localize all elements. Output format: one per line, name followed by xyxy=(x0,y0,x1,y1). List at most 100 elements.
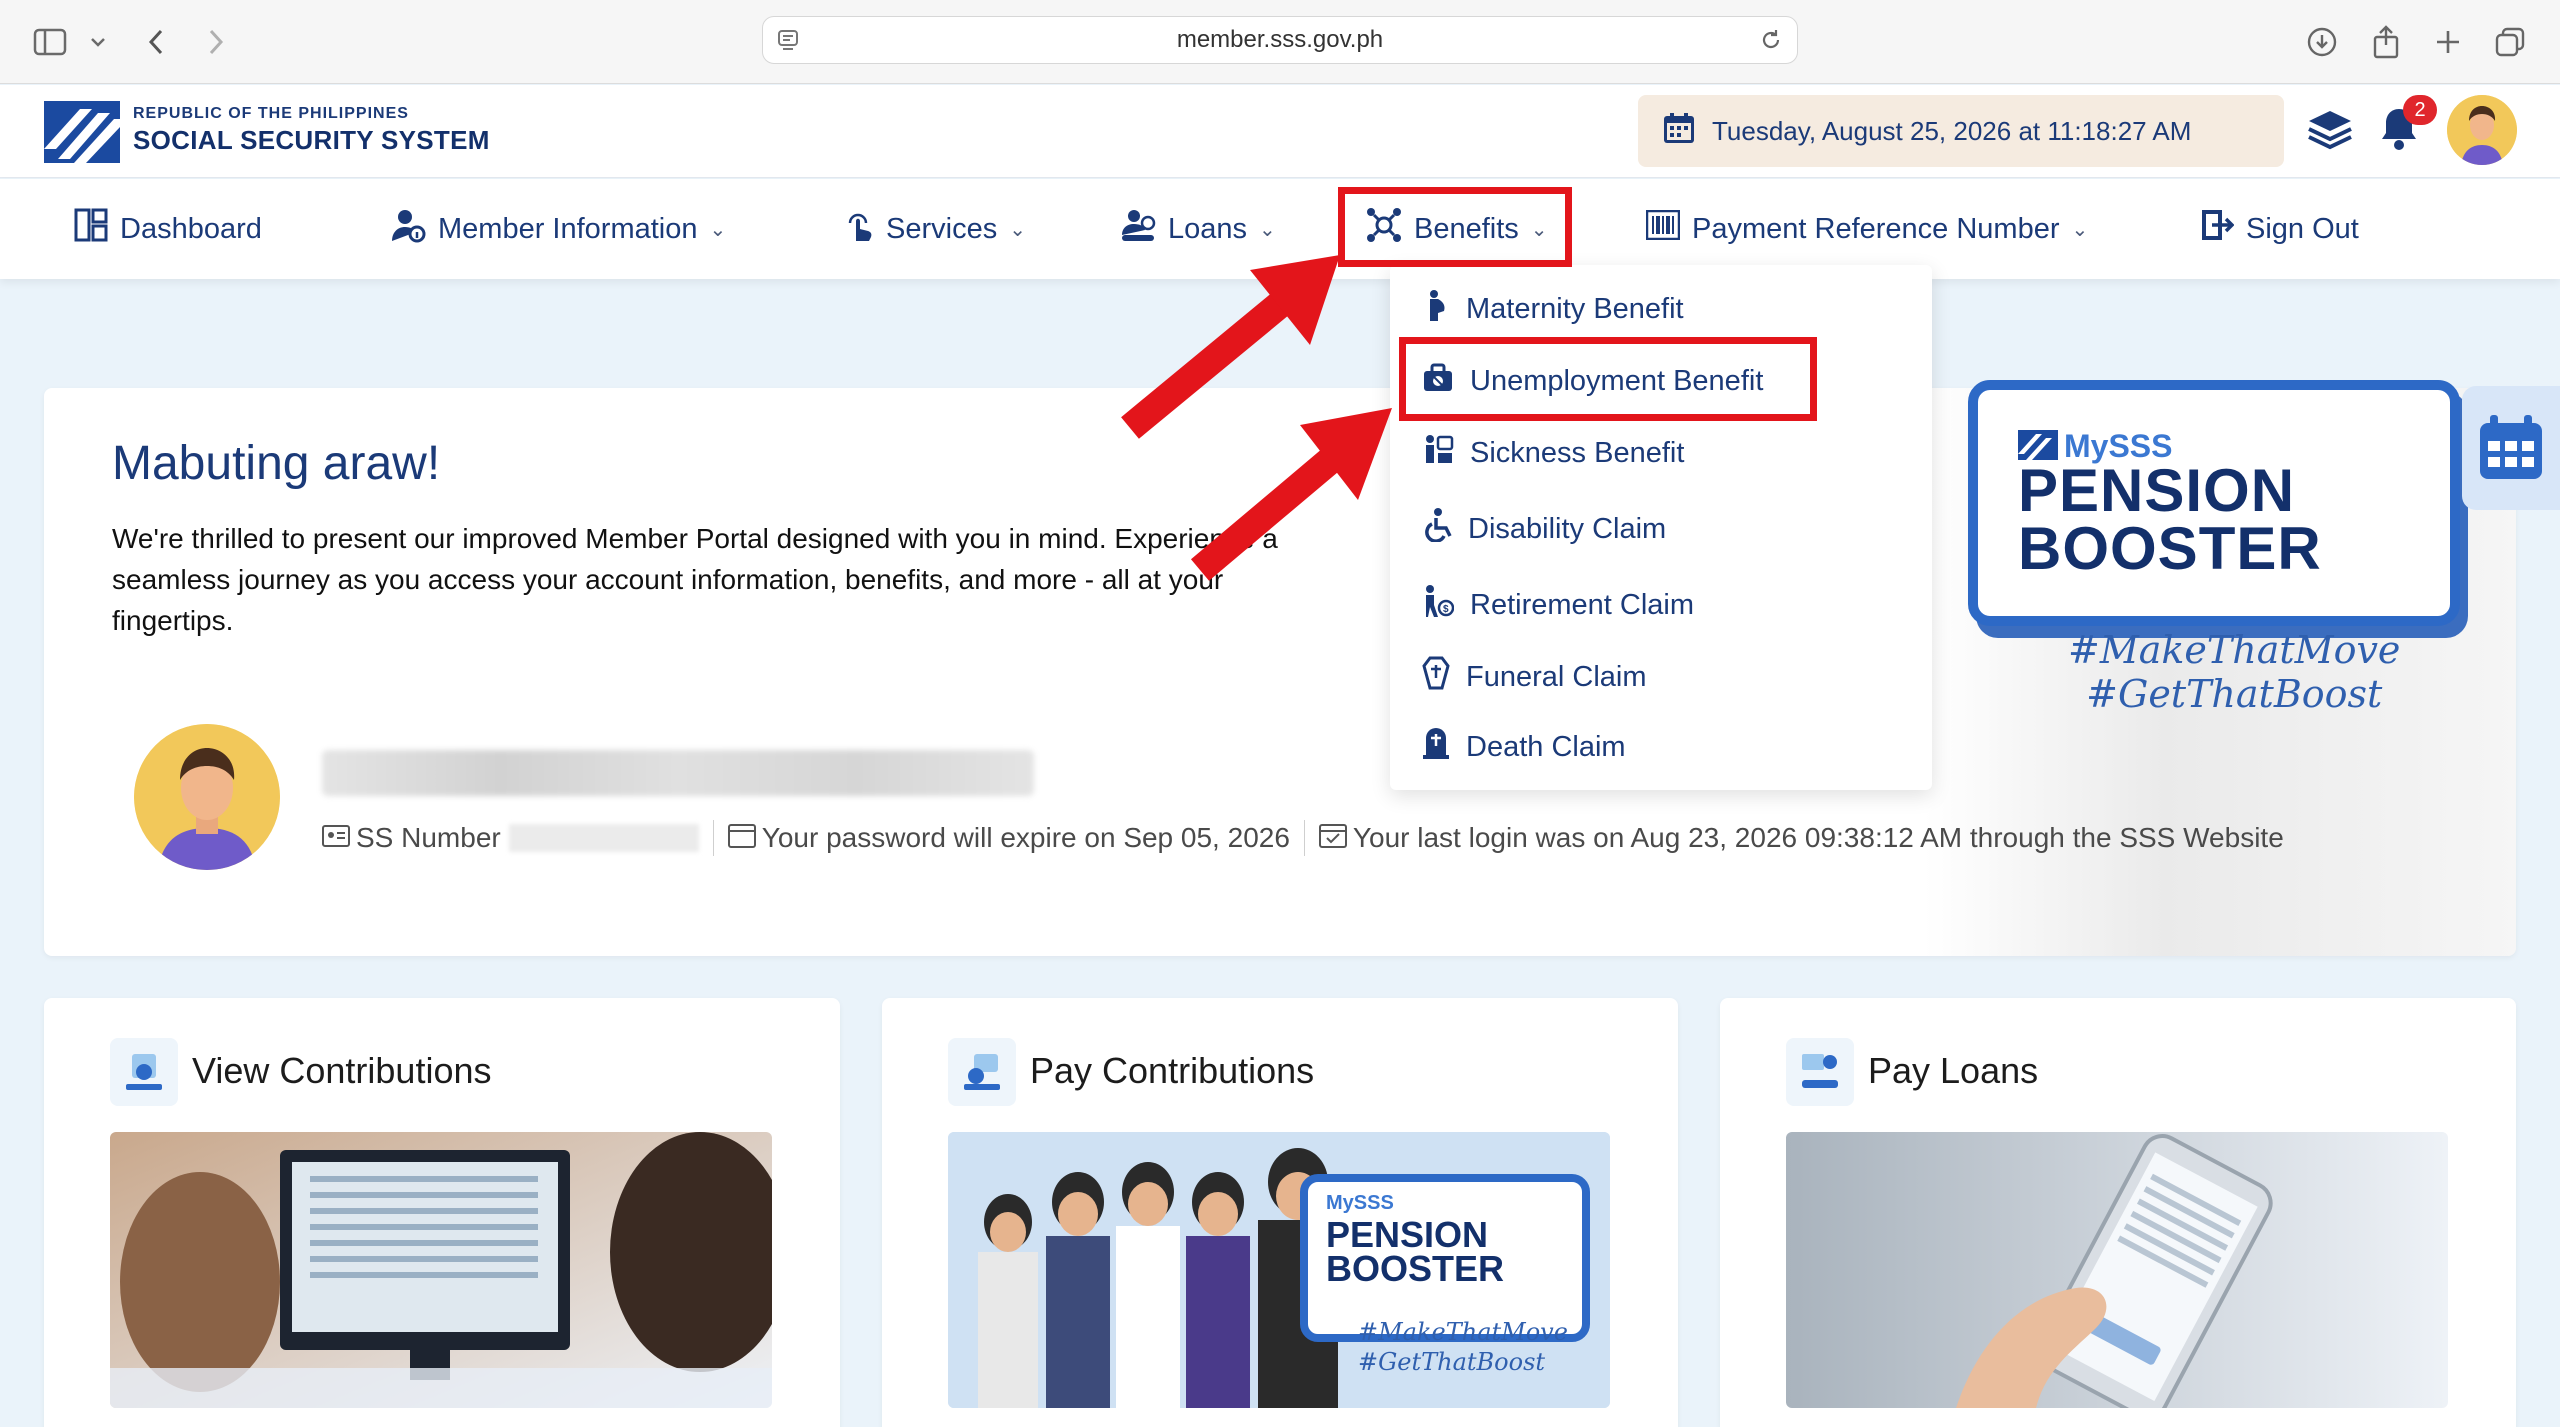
sss-logo-icon[interactable] xyxy=(44,101,120,163)
chevron-down-icon: ⌄ xyxy=(1259,218,1276,241)
menu-item-retirement-label: Retirement Claim xyxy=(1470,588,1694,621)
view-contributions-card[interactable]: View Contributions xyxy=(44,998,840,1427)
nav-services-label: Services xyxy=(886,212,998,245)
datetime-text: Tuesday, August 25, 2026 at 11:18:27 AM xyxy=(1712,115,2192,146)
tabs-overview-icon[interactable] xyxy=(2490,22,2530,62)
menu-item-sickness-benefit[interactable]: Sickness Benefit xyxy=(1422,431,1684,475)
menu-item-maternity-label: Maternity Benefit xyxy=(1466,292,1684,325)
agency-name[interactable]: SOCIAL SECURITY SYSTEM xyxy=(133,125,490,156)
password-expiry-text: Your password will expire on Sep 05, 202… xyxy=(761,822,1290,853)
notification-count-badge: 2 xyxy=(2403,95,2437,125)
reload-icon[interactable] xyxy=(1759,28,1783,59)
nav-loans-label: Loans xyxy=(1168,212,1248,245)
calendar-icon xyxy=(1662,111,1696,152)
pay-loans-title: Pay Loans xyxy=(1868,1050,2039,1091)
address-bar[interactable]: member.sss.gov.ph xyxy=(762,16,1798,64)
download-icon[interactable] xyxy=(2302,22,2342,62)
services-icon xyxy=(844,207,874,251)
greeting-title: Mabuting araw! xyxy=(112,437,441,490)
menu-item-sickness-label: Sickness Benefit xyxy=(1470,436,1685,469)
funeral-icon xyxy=(1422,656,1450,698)
sign-out-icon xyxy=(2200,208,2235,250)
share-icon[interactable] xyxy=(2366,22,2406,62)
nav-dashboard[interactable]: Dashboard xyxy=(74,179,262,279)
nav-prn-label: Payment Reference Number xyxy=(1692,212,2060,245)
chevron-down-icon: ⌄ xyxy=(1009,218,1026,241)
view-contributions-icon xyxy=(110,1038,178,1106)
nav-services[interactable]: Services ⌄ xyxy=(844,179,1026,279)
new-tab-icon[interactable] xyxy=(2428,22,2468,62)
datetime-display: Tuesday, August 25, 2026 at 11:18:27 AM xyxy=(1638,95,2284,167)
pay-loans-card[interactable]: Pay Loans xyxy=(1720,998,2516,1427)
divider xyxy=(712,820,714,856)
last-login-text: Your last login was on Aug 23, 2026 09:3… xyxy=(1352,822,2284,853)
divider xyxy=(1303,820,1305,856)
pay-contributions-card[interactable]: Pay Contributions MySSS PENSION BOOSTER … xyxy=(882,998,1678,1427)
banner-title-line2: BOOSTER xyxy=(2018,515,2322,582)
view-contributions-image xyxy=(110,1132,772,1408)
menu-item-disability-label: Disability Claim xyxy=(1468,512,1667,545)
last-login-icon xyxy=(1318,822,1347,855)
member-info-row: SS Number Your password will expire on S… xyxy=(322,818,2284,858)
pay-contrib-brand: MySSS xyxy=(1326,1192,1394,1214)
chevron-down-icon[interactable] xyxy=(78,22,118,62)
banner-title-line1: PENSION xyxy=(2018,457,2296,524)
chevron-down-icon: ⌄ xyxy=(709,218,727,241)
barcode-icon xyxy=(1645,209,1681,248)
layers-icon[interactable] xyxy=(2307,109,2353,158)
nav-sign-out[interactable]: Sign Out xyxy=(2200,179,2359,279)
banner-hashtag-2: #GetThatBoost xyxy=(2086,672,2383,716)
menu-item-disability-claim[interactable]: Disability Claim xyxy=(1422,507,1666,551)
dashboard-icon xyxy=(74,208,108,250)
wheelchair-icon xyxy=(1422,508,1452,550)
pay-loans-image xyxy=(1786,1132,2448,1408)
menu-item-funeral-label: Funeral Claim xyxy=(1466,660,1647,693)
id-card-icon xyxy=(322,822,350,854)
nav-loans[interactable]: Loans ⌄ xyxy=(1120,179,1276,279)
ss-number-label: SS Number xyxy=(356,822,501,853)
maternity-icon xyxy=(1422,289,1450,329)
browser-toolbar: member.sss.gov.ph xyxy=(0,0,2560,84)
ss-number-redacted xyxy=(508,824,699,852)
loans-icon xyxy=(1120,207,1156,251)
menu-item-death-claim[interactable]: Death Claim xyxy=(1422,725,1626,769)
welcome-intro: We're thrilled to present our improved M… xyxy=(112,523,1278,636)
member-avatar xyxy=(134,724,280,870)
member-info-icon xyxy=(390,207,426,251)
main-nav: Dashboard Member Information ⌄ Services … xyxy=(0,179,2560,279)
agency-subtitle: REPUBLIC OF THE PHILIPPINES xyxy=(133,105,409,122)
calendar-widget-tab[interactable] xyxy=(2462,386,2560,510)
forward-icon[interactable] xyxy=(196,22,236,62)
nav-sign-out-label: Sign Out xyxy=(2246,212,2359,245)
menu-item-death-label: Death Claim xyxy=(1466,730,1626,763)
menu-item-retirement-claim[interactable]: $ Retirement Claim xyxy=(1422,583,1694,627)
retirement-icon: $ xyxy=(1422,584,1455,626)
chevron-down-icon: ⌄ xyxy=(2071,218,2089,241)
benefits-highlight-box xyxy=(1338,187,1572,267)
sidebar-toggle-icon[interactable] xyxy=(30,22,70,62)
pay-contrib-hashtag-1: #MakeThatMove xyxy=(1358,1318,1568,1346)
menu-item-funeral-claim[interactable]: Funeral Claim xyxy=(1422,655,1647,699)
back-icon[interactable] xyxy=(136,22,176,62)
nav-member-information[interactable]: Member Information ⌄ xyxy=(390,179,726,279)
banner-hashtags: #MakeThatMove #GetThatBoost xyxy=(2068,628,2400,716)
nav-member-information-label: Member Information xyxy=(438,212,698,245)
pay-loans-icon xyxy=(1786,1038,1854,1106)
unemployment-highlight-box xyxy=(1399,337,1817,421)
pay-contributions-title: Pay Contributions xyxy=(1030,1050,1315,1091)
password-icon xyxy=(727,822,756,855)
tombstone-icon xyxy=(1422,726,1450,768)
pay-contributions-icon xyxy=(948,1038,1016,1106)
page-icon xyxy=(777,29,799,60)
pay-contrib-hashtag-2: #GetThatBoost xyxy=(1358,1348,1546,1376)
view-contributions-title: View Contributions xyxy=(192,1050,492,1091)
user-avatar[interactable] xyxy=(2447,95,2517,165)
nav-dashboard-label: Dashboard xyxy=(120,212,262,245)
url-text: member.sss.gov.ph xyxy=(1176,26,1384,53)
nav-payment-reference-number[interactable]: Payment Reference Number ⌄ xyxy=(1645,179,2089,279)
sickness-icon xyxy=(1422,433,1454,473)
member-name-redacted xyxy=(322,750,1034,796)
banner-title: PENSION BOOSTER xyxy=(2018,457,2322,582)
banner-hashtag-1: #MakeThatMove xyxy=(2068,628,2401,672)
menu-item-maternity-benefit[interactable]: Maternity Benefit xyxy=(1422,287,1684,331)
